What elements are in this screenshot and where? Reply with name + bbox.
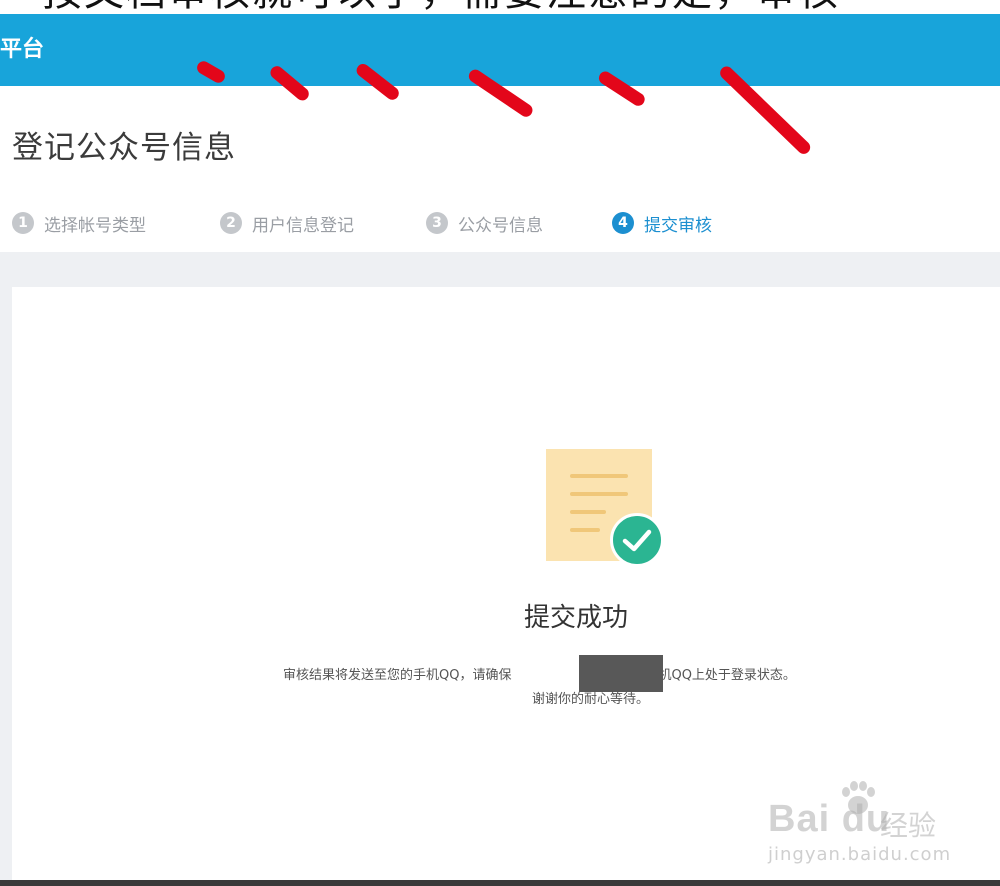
step-submit-review: 4 提交审核: [612, 208, 712, 238]
result-message-part1: 审核结果将发送至您的手机QQ，请确保: [283, 668, 512, 683]
paw-icon: [842, 781, 875, 814]
success-title: 提交成功: [523, 603, 628, 633]
document-line: [570, 474, 628, 478]
document-line: [570, 492, 628, 496]
platform-title: 平台: [0, 37, 45, 62]
step-select-account-type: 1 选择帐号类型: [12, 208, 146, 238]
step-label: 公众号信息: [458, 215, 543, 236]
screenshot-root: 按文档审核就可以了，需要注意的是，审核 平台 登记公众号信息 1 选择帐号类型 …: [0, 0, 1000, 886]
result-message-line1: 审核结果将发送至您的手机QQ，请确保 的号码在手机QQ上处于登录状态。: [283, 666, 796, 686]
step-label: 提交审核: [644, 215, 712, 236]
watermark-text: 经验: [880, 809, 937, 842]
page-title: 登记公众号信息: [12, 130, 236, 166]
bottom-edge: [0, 880, 1000, 886]
redaction-box: [579, 655, 663, 692]
check-mark-icon: [622, 529, 652, 552]
caption-strip: 按文档审核就可以了，需要注意的是，审核: [0, 0, 1000, 14]
step-number: 2: [220, 212, 242, 234]
step-indicator: 1 选择帐号类型 2 用户信息登记 3 公众号信息 4 提交审核: [12, 208, 992, 238]
step-label: 用户信息登记: [252, 215, 354, 236]
step-account-info: 3 公众号信息: [426, 208, 543, 238]
step-number: 4: [612, 212, 634, 234]
top-bar: 平台: [0, 14, 1000, 86]
step-number: 1: [12, 212, 34, 234]
step-label: 选择帐号类型: [44, 215, 146, 236]
document-line: [570, 510, 606, 514]
result-message-line2: 谢谢你的耐心等待。: [532, 692, 650, 707]
caption-text: 按文档审核就可以了，需要注意的是，审核: [42, 0, 840, 14]
step-number: 3: [426, 212, 448, 234]
watermark-url: jingyan.baidu.com: [768, 844, 952, 865]
check-circle-icon: [610, 513, 664, 567]
step-user-info: 2 用户信息登记: [220, 208, 354, 238]
document-line: [570, 528, 600, 532]
